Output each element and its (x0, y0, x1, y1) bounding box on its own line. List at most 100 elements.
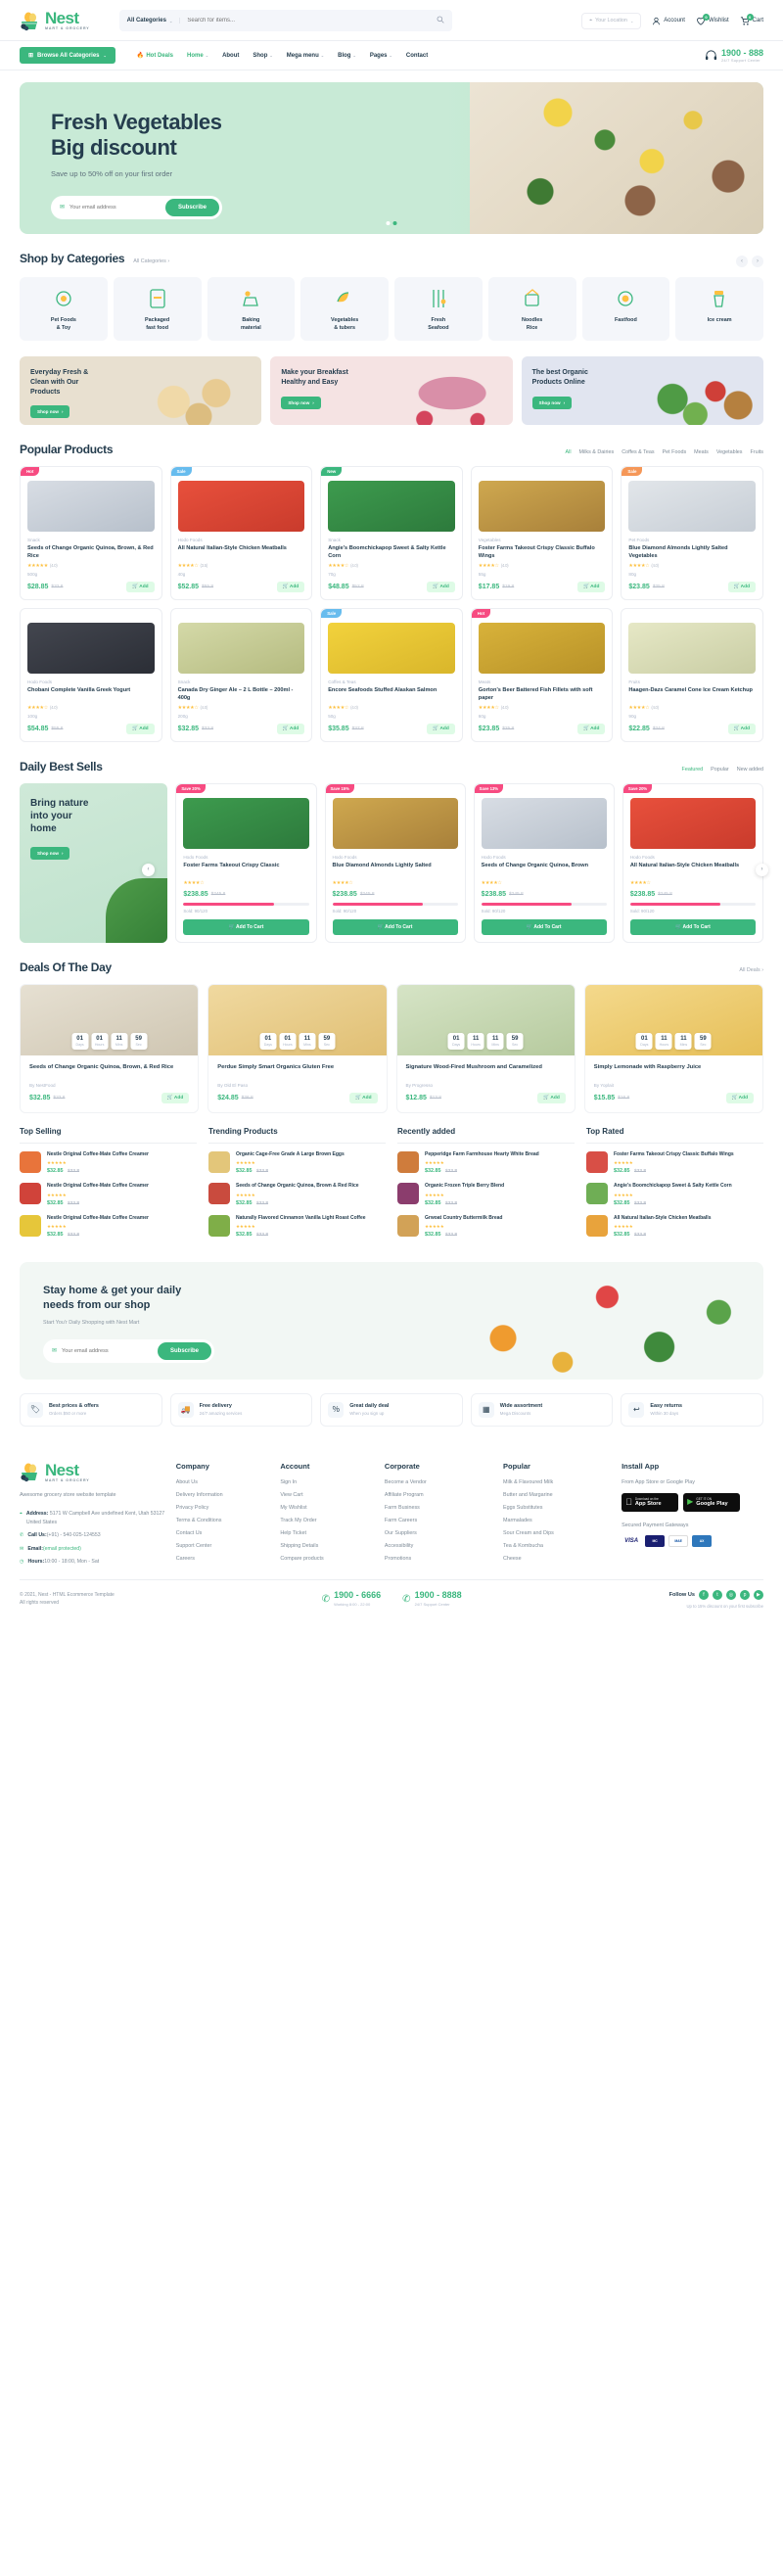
footer-link[interactable]: Marmalades (503, 1518, 612, 1523)
product-name[interactable]: Encore Seafoods Stuffed Alaskan Salmon (328, 686, 455, 702)
carousel-dot[interactable] (386, 221, 391, 225)
footer-link[interactable]: Become a Vendor (385, 1479, 493, 1485)
add-to-cart-button[interactable]: 🛒 Add (427, 723, 455, 734)
newsletter-email-input[interactable] (62, 1347, 158, 1354)
footer-link[interactable]: Help Ticket (280, 1530, 375, 1536)
deal-card[interactable]: 01 Days 11 Hours 11 Mins 59 Sec Signature Wood-F… (395, 984, 576, 1114)
tab-popular[interactable]: Popular (711, 767, 729, 773)
category-tile[interactable]: Vegetables & tubers (300, 277, 389, 341)
list-item-title[interactable]: Grwoat Country Buttermilk Bread (425, 1215, 502, 1222)
list-item-title[interactable]: Seeds of Change Organic Quinoa, Brown & … (236, 1183, 359, 1190)
footer-link[interactable]: Promotions (385, 1556, 493, 1562)
list-item[interactable]: Organic Frozen Triple Berry Blend ★★★★★ $3… (397, 1183, 575, 1206)
product-name[interactable]: Blue Diamond Almonds Lightly Salted Vege… (628, 544, 756, 560)
hero-email-input[interactable] (69, 204, 165, 211)
add-to-cart-button[interactable]: 🛒 Add To Cart (332, 919, 458, 936)
promo-banner-1[interactable]: Everyday Fresh & Clean with Our Products S… (20, 355, 262, 425)
nav-item-contact[interactable]: Contact (406, 53, 428, 59)
add-to-cart-button[interactable]: 🛒 Add (537, 1093, 566, 1104)
promo-shop-now-button[interactable]: Shop now › (281, 396, 321, 409)
carousel-next-button[interactable]: › (752, 256, 763, 267)
footer-link[interactable]: Milk & Flavoured Milk (503, 1479, 612, 1485)
list-item-title[interactable]: Nestle Original Coffee-Mate Coffee Cream… (47, 1215, 149, 1222)
deal-product-name[interactable]: Seeds of Change Organic Quinoa, Brown, &… (29, 1063, 189, 1080)
carousel-dot-active[interactable] (392, 221, 397, 225)
footer-link[interactable]: Sign In (280, 1479, 375, 1485)
product-card[interactable]: Vegetables Foster Farms Takeout Crispy Cl… (470, 465, 614, 600)
product-card[interactable]: Snack Canada Dry Ginger Ale – 2 L Bottle … (169, 607, 313, 743)
carousel-prev-button[interactable]: ‹ (736, 256, 748, 267)
search-bar[interactable]: All Categories ⌄ (118, 10, 452, 31)
nav-item-mega-menu[interactable]: Mega menu ⌄ (287, 53, 324, 59)
nav-item-hot-deals[interactable]: 🔥 Hot Deals (137, 52, 173, 60)
add-to-cart-button[interactable]: 🛒 Add (126, 723, 155, 734)
add-to-cart-button[interactable]: 🛒 Add (427, 581, 455, 592)
footer-link[interactable]: Track My Order (280, 1518, 375, 1523)
tab-meats[interactable]: Meats (694, 449, 709, 455)
list-item[interactable]: Foster Farms Takeout Crispy Classic Buff… (586, 1151, 763, 1174)
add-to-cart-button[interactable]: 🛒 Add (276, 581, 305, 592)
product-name[interactable]: All Natural Italian-Style Chicken Meatba… (630, 862, 756, 877)
list-item-title[interactable]: Angie's Boomchickapop Sweet & Salty Kett… (614, 1183, 732, 1190)
product-card[interactable]: New Snack Angie's Boomchickapop Sweet & Sa… (320, 465, 463, 600)
product-name[interactable]: All Natural Italian-Style Chicken Meatba… (178, 544, 305, 560)
list-item-title[interactable]: Naturally Flavored Cinnamon Vanilla Ligh… (236, 1215, 366, 1222)
list-item-title[interactable]: Foster Farms Takeout Crispy Classic Buff… (614, 1151, 734, 1158)
category-tile[interactable]: Baking material (207, 277, 296, 341)
footer-link[interactable]: Privacy Policy (176, 1505, 271, 1511)
tab-all[interactable]: All (566, 449, 572, 455)
daily-product-card[interactable]: Save 20% Hodo Foods All Natural Italian-St… (622, 783, 763, 944)
tab-pet-foods[interactable]: Pet Foods (663, 449, 687, 455)
nav-item-home[interactable]: Home ⌄ (187, 53, 208, 59)
footer-link[interactable]: Cheese (503, 1556, 612, 1562)
newsletter-subscribe-button[interactable]: Subscribe (157, 1341, 211, 1360)
account-link[interactable]: Account (652, 17, 685, 25)
nav-item-about[interactable]: About (222, 53, 239, 59)
product-name[interactable]: Foster Farms Takeout Crispy Classic Buff… (479, 544, 606, 560)
promo-shop-now-button[interactable]: Shop now › (531, 396, 573, 409)
tab-featured[interactable]: Featured (682, 767, 704, 773)
list-item[interactable]: Organic Cage-Free Grade A Large Brown Eg… (208, 1151, 386, 1174)
product-name[interactable]: Seeds of Change Organic Quinoa, Brown (482, 862, 607, 877)
deal-product-name[interactable]: Simply Lemonade with Raspberry Juice (594, 1063, 754, 1080)
add-to-cart-button[interactable]: 🛒 Add (727, 723, 756, 734)
daily-product-card[interactable]: Save 20% Hodo Foods Foster Farms Takeout C… (175, 783, 317, 944)
list-item[interactable]: Nestle Original Coffee-Mate Coffee Cream… (20, 1183, 197, 1206)
promo-banner-2[interactable]: Make your Breakfast Healthy and Easy Shop… (270, 355, 513, 425)
daily-shop-now-button[interactable]: Shop now › (30, 847, 70, 861)
nav-item-blog[interactable]: Blog ⌄ (338, 53, 356, 59)
tab-new-added[interactable]: New added (737, 767, 763, 773)
footer-link[interactable]: Accessibility (385, 1543, 493, 1549)
twitter-icon[interactable]: t (712, 1589, 722, 1600)
product-name[interactable]: Angie's Boomchickapop Sweet & Salty Kett… (328, 544, 455, 560)
list-item[interactable]: Seeds of Change Organic Quinoa, Brown & … (208, 1183, 386, 1206)
footer-link[interactable]: Support Center (176, 1543, 271, 1549)
footer-link[interactable]: Shipping Details (280, 1543, 375, 1549)
category-tile[interactable]: Pet Foods & Toy (20, 277, 108, 341)
product-card[interactable]: Fruits Haagen-Dazs Caramel Cone Ice Cream… (621, 607, 763, 743)
cart-link[interactable]: 0 Cart (740, 13, 763, 25)
add-to-cart-button[interactable]: 🛒 Add To Cart (183, 919, 309, 936)
footer-link[interactable]: Farm Careers (385, 1518, 493, 1523)
site-logo[interactable]: Nest MART & GROCERY (20, 10, 90, 31)
list-item[interactable]: Grwoat Country Buttermilk Bread ★★★★★ $32.… (397, 1214, 575, 1238)
list-item-title[interactable]: All Natural Italian-Style Chicken Meatba… (614, 1215, 711, 1222)
product-card[interactable]: Sale Coffes & Teas Encore Seafoods Stuffed… (320, 607, 463, 743)
footer-link[interactable]: Farm Business (385, 1505, 493, 1511)
list-item-title[interactable]: Nestle Original Coffee-Mate Coffee Cream… (47, 1183, 149, 1190)
daily-carousel-next[interactable]: › (756, 863, 768, 876)
instagram-icon[interactable]: ◎ (725, 1589, 736, 1600)
search-category-select[interactable]: All Categories ⌄ (127, 18, 181, 23)
hero-carousel-dots[interactable] (386, 221, 397, 225)
footer-link[interactable]: Affiliate Program (385, 1492, 493, 1498)
daily-product-card[interactable]: Save 13% Hodo Foods Seeds of Change Organi… (473, 783, 615, 944)
footer-link[interactable]: Compare products (280, 1556, 375, 1562)
app-store-button[interactable]:  Download on theApp Store (622, 1492, 679, 1512)
product-name[interactable]: Canada Dry Ginger Ale – 2 L Bottle – 200… (178, 686, 305, 702)
add-to-cart-button[interactable]: 🛒 Add To Cart (629, 919, 756, 936)
location-selector[interactable]: ⌖ Your Location ⌄ (581, 12, 642, 29)
add-to-cart-button[interactable]: 🛒 Add (349, 1093, 378, 1104)
category-tile[interactable]: Noodles Rice (487, 277, 576, 341)
deal-card[interactable]: 01 Days 01 Hours 11 Mins 59 Sec Perdue Simply Sm… (207, 984, 388, 1114)
daily-carousel-prev[interactable]: ‹ (142, 863, 155, 876)
